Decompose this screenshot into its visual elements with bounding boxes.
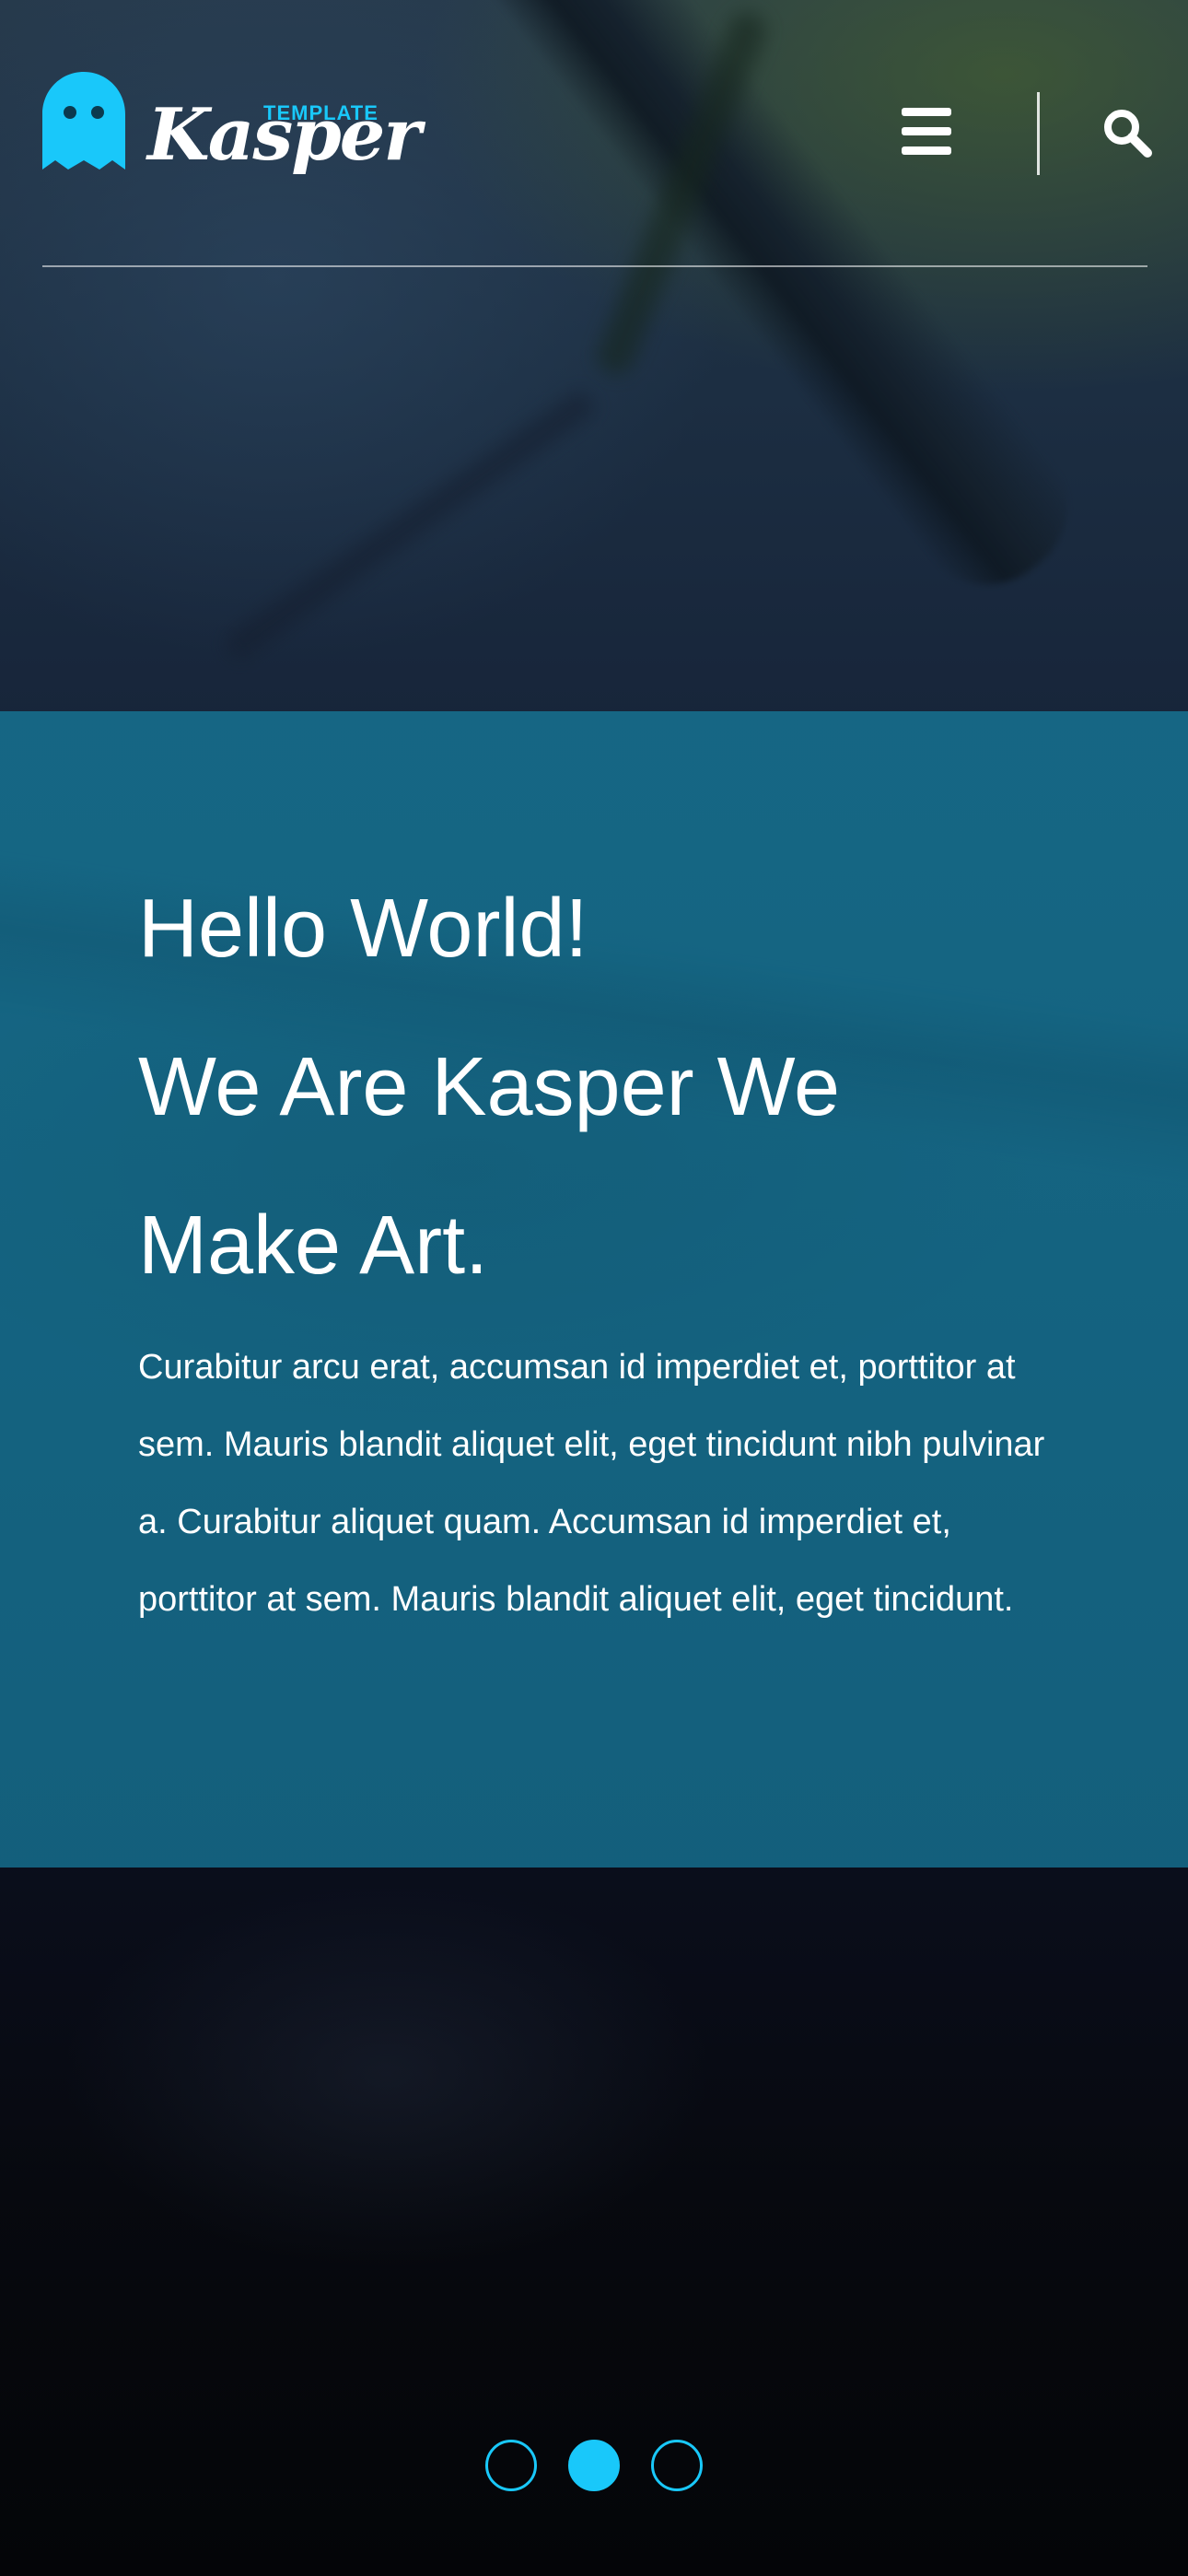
slider-dot[interactable]: [568, 2440, 620, 2491]
slider-dot[interactable]: [651, 2440, 703, 2491]
hero-content: Hello World! We Are Kasper We Make Art. …: [138, 859, 1059, 1638]
search-icon[interactable]: [1100, 105, 1155, 160]
slider-dots: [0, 2440, 1188, 2497]
logo[interactable]: TEMPLATE Kasper: [42, 72, 422, 192]
slider-dot[interactable]: [485, 2440, 537, 2491]
logo-wordmark: Kasper: [147, 93, 422, 177]
hero-heading-line: We Are Kasper We: [138, 1041, 841, 1133]
hero-heading-line: Make Art.: [138, 1200, 489, 1292]
hero-heading-line: Hello World!: [138, 883, 588, 975]
hero-panel: Hello World! We Are Kasper We Make Art. …: [0, 711, 1188, 1868]
background-twig: [220, 387, 600, 663]
hero-heading: Hello World! We Are Kasper We Make Art.: [138, 849, 1059, 1325]
background-glow: [0, 1889, 1188, 2349]
page: TEMPLATE Kasper Hello World! We Are Kasp…: [0, 0, 1188, 2576]
nav-divider: [1037, 92, 1040, 175]
hero-paragraph: Curabitur arcu erat, accumsan id imperdi…: [138, 1348, 1045, 1619]
hamburger-menu-icon[interactable]: [899, 106, 954, 158]
ghost-icon: [42, 72, 125, 170]
site-header: TEMPLATE Kasper: [42, 0, 1152, 267]
